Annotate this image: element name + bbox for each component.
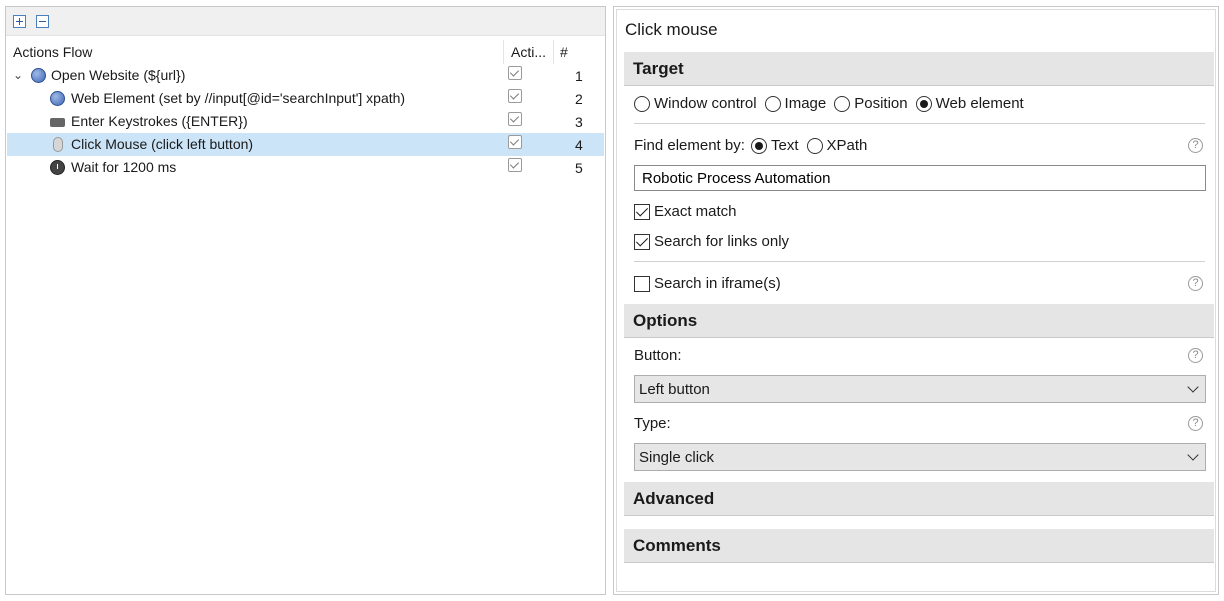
properties-inner: Click mouse Target Window control Image … [616, 9, 1216, 592]
checkbox-label: Exact match [654, 203, 737, 220]
button-label: Button: [634, 347, 682, 364]
active-checkbox[interactable] [508, 135, 522, 149]
radio-indicator[interactable] [806, 137, 823, 154]
type-label: Type: [634, 415, 671, 432]
column-header-number[interactable]: # [560, 44, 568, 60]
tree-row-open-website[interactable]: ⌄ Open Website (${url}) 1 [7, 64, 604, 87]
section-options-header[interactable]: Options [624, 304, 1214, 338]
tree-row-enter-keystrokes[interactable]: Enter Keystrokes ({ENTER}) 3 [7, 110, 604, 133]
radio-indicator[interactable] [764, 95, 781, 112]
section-comments-header[interactable]: Comments [624, 529, 1214, 563]
help-icon[interactable]: ? [1188, 416, 1203, 431]
column-separator[interactable] [553, 40, 554, 64]
active-checkbox[interactable] [508, 89, 522, 103]
properties-panel: Click mouse Target Window control Image … [613, 6, 1219, 595]
radio-indicator[interactable] [751, 137, 767, 154]
checkbox-label: Search in iframe(s) [654, 275, 781, 292]
exact-match-checkbox[interactable]: Exact match [634, 203, 737, 220]
chevron-down-icon[interactable]: ⌄ [13, 68, 23, 82]
radio-label: Image [784, 95, 827, 112]
section-advanced-header[interactable]: Advanced [624, 482, 1214, 516]
tree-row-wait[interactable]: Wait for 1200 ms 5 [7, 156, 604, 179]
active-checkbox[interactable] [508, 112, 522, 126]
checkbox-indicator[interactable] [634, 275, 650, 292]
find-by-group: Text XPath [751, 137, 875, 154]
radio-web-element[interactable]: Web element [915, 95, 1024, 112]
radio-find-text[interactable]: Text [751, 137, 799, 154]
panel-title: Click mouse [625, 20, 718, 39]
active-checkbox[interactable] [508, 158, 522, 172]
radio-position[interactable]: Position [834, 95, 908, 112]
help-icon[interactable]: ? [1188, 348, 1203, 363]
tree-toolbar [6, 7, 605, 36]
radio-label: Position [854, 95, 908, 112]
chevron-down-icon [1187, 449, 1199, 461]
keyboard-icon [50, 118, 65, 127]
type-dropdown[interactable]: Single click [634, 443, 1206, 471]
radio-find-xpath[interactable]: XPath [806, 137, 868, 154]
section-title: Target [633, 59, 684, 78]
action-label: Click Mouse (click left button) [71, 136, 254, 152]
links-only-checkbox[interactable]: Search for links only [634, 233, 789, 250]
section-title: Advanced [633, 489, 715, 508]
target-type-group: Window control Image Position Web elemen… [634, 95, 1032, 112]
divider [634, 123, 1205, 124]
action-number: 1 [575, 68, 583, 84]
find-by-label: Find element by: [634, 137, 745, 154]
globe-icon [50, 91, 65, 106]
globe-icon [31, 68, 46, 83]
section-title: Options [633, 311, 698, 330]
help-icon[interactable]: ? [1188, 276, 1203, 291]
divider [634, 261, 1205, 262]
action-label: Web Element (set by //input[@id='searchI… [71, 90, 406, 106]
action-label: Open Website (${url}) [51, 67, 186, 83]
button-dropdown[interactable]: Left button [634, 375, 1206, 403]
mouse-icon [53, 137, 63, 152]
expand-all-icon[interactable] [13, 15, 26, 28]
checkbox-label: Search for links only [654, 233, 790, 250]
element-text-input[interactable] [634, 165, 1206, 191]
radio-label: Window control [654, 95, 757, 112]
active-checkbox[interactable] [508, 66, 522, 80]
dropdown-value: Single click [639, 449, 715, 466]
action-label: Enter Keystrokes ({ENTER}) [71, 113, 248, 129]
column-header-active[interactable]: Acti... [511, 44, 546, 60]
collapse-all-icon[interactable] [36, 15, 49, 28]
action-number: 3 [575, 114, 583, 130]
radio-image[interactable]: Image [764, 95, 827, 112]
section-title: Comments [633, 536, 721, 555]
action-label: Wait for 1200 ms [71, 159, 177, 175]
iframes-checkbox[interactable]: Search in iframe(s) [634, 275, 781, 292]
action-number: 4 [575, 137, 583, 153]
action-number: 2 [575, 91, 583, 107]
dropdown-value: Left button [639, 381, 710, 398]
help-icon[interactable]: ? [1188, 138, 1203, 153]
tree-row-web-element[interactable]: Web Element (set by //input[@id='searchI… [7, 87, 604, 110]
column-separator[interactable] [503, 40, 504, 64]
radio-indicator[interactable] [915, 95, 932, 112]
chevron-down-icon [1187, 381, 1199, 393]
radio-indicator[interactable] [634, 95, 650, 112]
actions-flow-panel: Actions Flow Acti... # ⌄ Open Website ($… [5, 6, 606, 595]
action-number: 5 [575, 160, 583, 176]
section-target-header[interactable]: Target [624, 52, 1214, 86]
radio-label: Web element [935, 95, 1024, 112]
checkbox-indicator[interactable] [634, 203, 650, 220]
radio-label: Text [771, 137, 799, 154]
column-header-actions-flow[interactable]: Actions Flow [13, 44, 92, 60]
clock-icon [50, 160, 65, 175]
tree-row-click-mouse[interactable]: Click Mouse (click left button) 4 [7, 133, 604, 156]
radio-indicator[interactable] [834, 95, 851, 112]
tree-column-header: Actions Flow Acti... # [6, 40, 605, 64]
checkbox-indicator[interactable] [634, 233, 650, 250]
radio-window-control[interactable]: Window control [634, 95, 757, 112]
radio-label: XPath [826, 137, 868, 154]
